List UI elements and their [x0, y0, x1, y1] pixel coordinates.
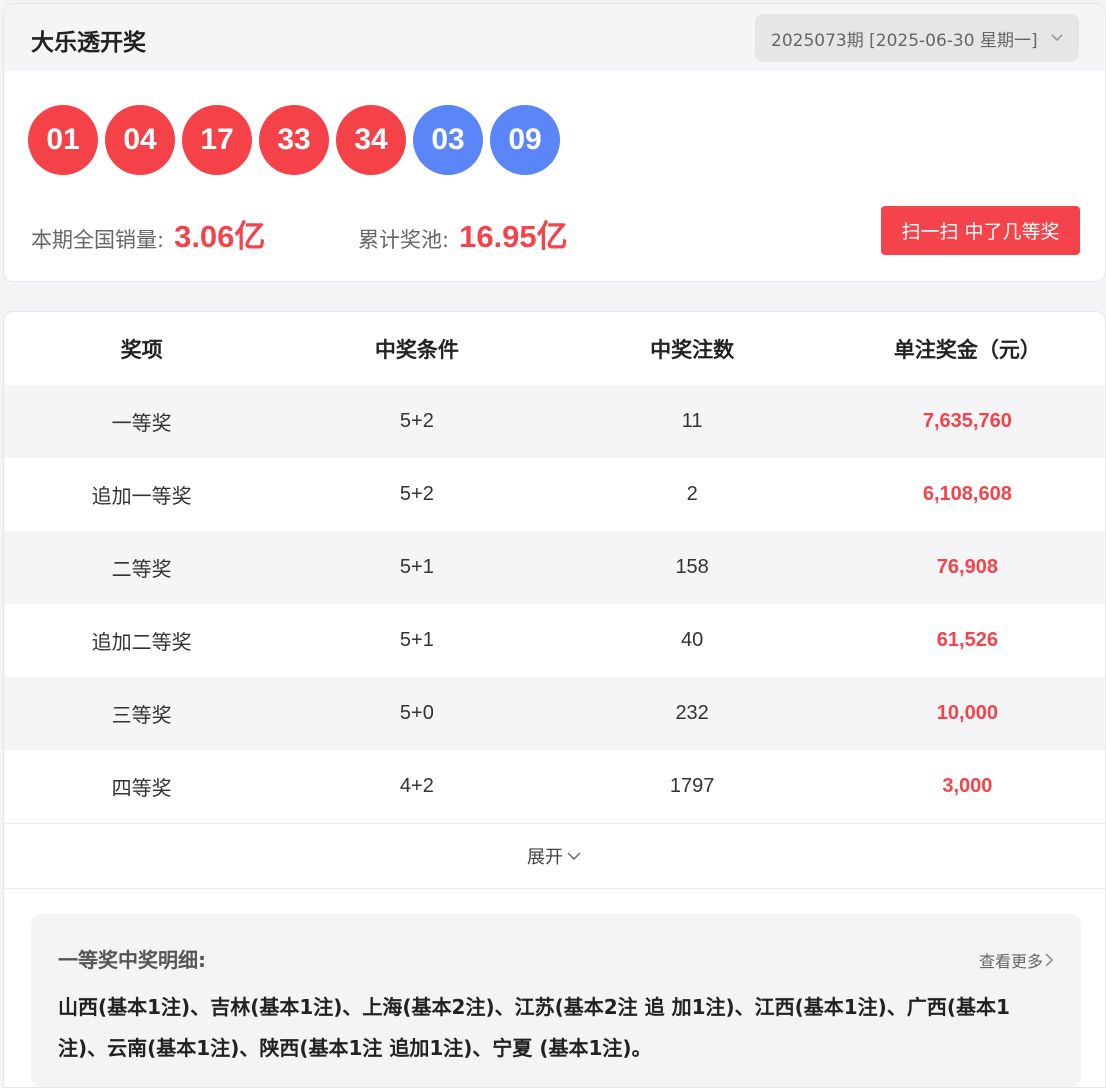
blue-ball: 03 [413, 105, 483, 175]
prize-amount: 10,000 [829, 677, 1105, 750]
issue-select-value: 2025073期 [2025-06-30 星期一] [771, 30, 1038, 51]
win-condition: 5+2 [399, 483, 434, 505]
win-condition: 5+0 [279, 677, 555, 750]
table-row: 二等奖 5+1 158 76,908 [4, 531, 1105, 604]
detail-title: 一等奖中奖明细: [58, 948, 206, 972]
prize-amount: 3,000 [942, 775, 993, 797]
draw-result-card: 大乐透开奖 2025073期 [2025-06-30 星期一] 01 04 17… [3, 3, 1106, 282]
prize-level: 二等奖 [4, 531, 280, 604]
detail-text: 山西(基本1注)、吉林(基本1注)、上海(基本2注)、江苏(基本2注 追 加1注… [58, 995, 1010, 1060]
sales-stat: 本期全国销量: 3.06亿 [31, 211, 265, 256]
column-header-prize-level: 奖项 [120, 337, 163, 362]
prize-level: 四等奖 [111, 776, 172, 800]
prize-level: 追加一等奖 [91, 484, 192, 508]
pool-label: 累计奖池: [358, 228, 450, 252]
table-row: 一等奖 5+2 11 7,635,760 [4, 385, 1105, 458]
win-condition: 5+1 [279, 531, 555, 604]
prize-level: 三等奖 [4, 677, 280, 750]
first-prize-detail: 一等奖中奖明细: 查看更多 山西(基本1注)、吉林(基本1注)、上海(基本2注)… [31, 914, 1081, 1087]
winner-count: 2 [686, 483, 698, 505]
column-header-condition: 中奖条件 [374, 337, 459, 362]
sales-label: 本期全国销量: [31, 228, 165, 252]
prize-table-card: 奖项 中奖条件 中奖注数 单注奖金（元） 一等奖 5+2 11 7,635,76… [3, 311, 1106, 1088]
prize-level: 一等奖 [4, 385, 280, 458]
issue-select[interactable]: 2025073期 [2025-06-30 星期一] [755, 14, 1079, 62]
winner-count: 1797 [669, 775, 715, 797]
table-header-row: 奖项 中奖条件 中奖注数 单注奖金（元） [4, 312, 1105, 385]
chevron-right-icon [1045, 953, 1054, 967]
win-condition: 5+2 [279, 385, 555, 458]
red-ball: 01 [28, 105, 98, 175]
chevron-down-icon [1051, 34, 1063, 42]
red-ball: 17 [182, 105, 252, 175]
prize-level: 追加二等奖 [91, 630, 192, 654]
winner-count: 40 [681, 629, 704, 651]
red-ball: 34 [336, 105, 406, 175]
prize-amount: 7,635,760 [829, 385, 1105, 458]
view-more-label: 查看更多 [978, 952, 1043, 971]
view-more-link[interactable]: 查看更多 [979, 948, 1055, 972]
scan-prize-button[interactable]: 扫一扫 中了几等奖 [881, 206, 1080, 255]
red-ball: 33 [259, 105, 329, 175]
winning-numbers: 01 04 17 33 34 03 09 [28, 105, 560, 175]
draw-header: 大乐透开奖 2025073期 [2025-06-30 星期一] [4, 4, 1105, 71]
prize-amount: 6,108,608 [922, 483, 1012, 505]
chevron-down-icon [567, 852, 581, 860]
red-ball: 04 [105, 105, 175, 175]
winner-count: 158 [554, 531, 830, 604]
win-condition: 5+1 [399, 629, 434, 651]
table-row: 四等奖 4+2 1797 3,000 [4, 750, 1105, 823]
table-row: 追加一等奖 5+2 2 6,108,608 [4, 458, 1105, 531]
expand-button[interactable]: 展开 [4, 823, 1105, 889]
prize-amount: 61,526 [936, 629, 998, 651]
winner-count: 232 [554, 677, 830, 750]
table-row: 三等奖 5+0 232 10,000 [4, 677, 1105, 750]
prize-table: 奖项 中奖条件 中奖注数 单注奖金（元） 一等奖 5+2 11 7,635,76… [4, 312, 1105, 823]
win-condition: 4+2 [399, 775, 434, 797]
pool-value: 16.95亿 [459, 219, 568, 254]
sales-value: 3.06亿 [174, 219, 266, 254]
expand-label: 展开 [527, 847, 563, 868]
page-title: 大乐透开奖 [31, 30, 146, 56]
pool-stat: 累计奖池: 16.95亿 [358, 211, 568, 256]
table-row: 追加二等奖 5+1 40 61,526 [4, 604, 1105, 677]
winner-count: 11 [554, 385, 830, 458]
column-header-winner-count: 中奖注数 [650, 337, 735, 362]
prize-amount: 76,908 [829, 531, 1105, 604]
blue-ball: 09 [490, 105, 560, 175]
column-header-prize-amount: 单注奖金（元） [893, 337, 1041, 362]
